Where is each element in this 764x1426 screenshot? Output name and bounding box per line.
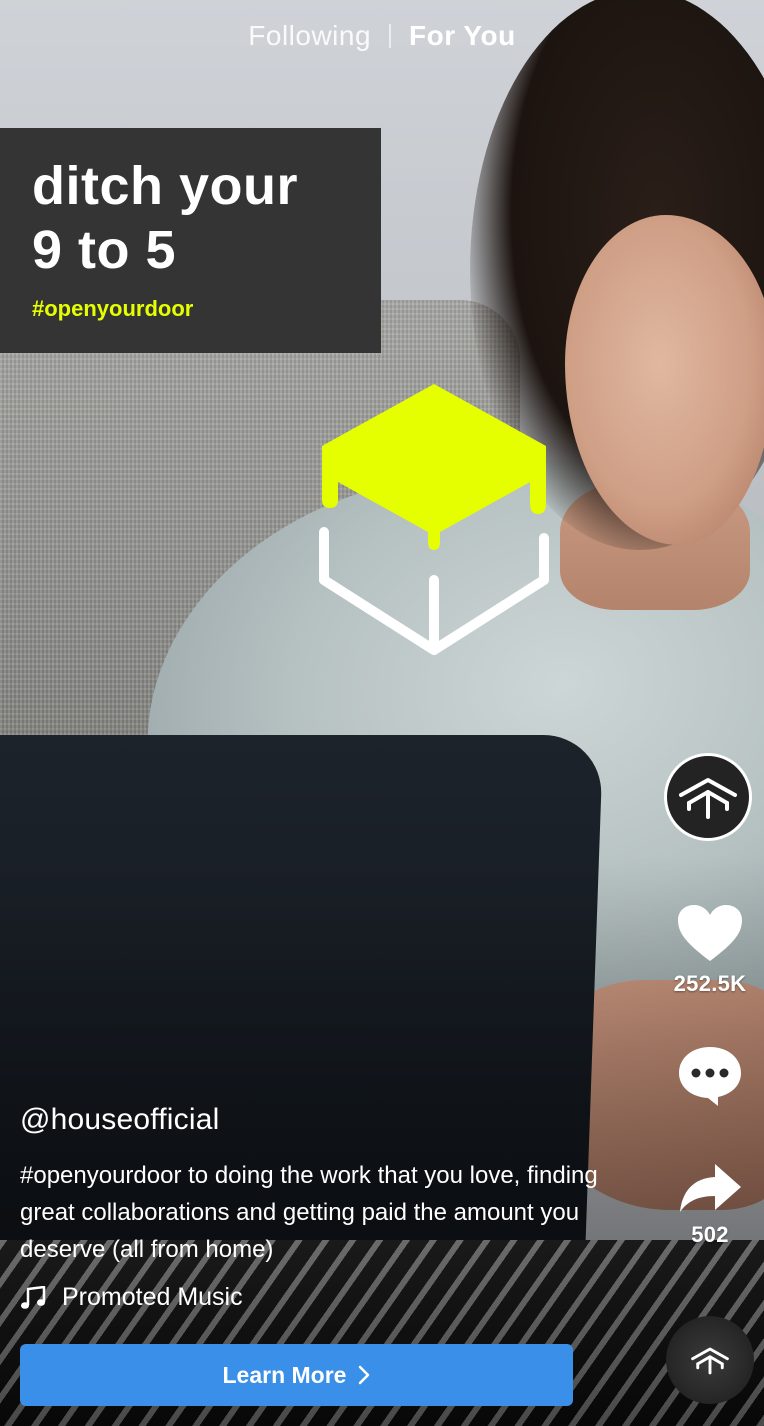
music-disc-icon bbox=[691, 1347, 729, 1375]
share-arrow-icon bbox=[680, 1164, 741, 1212]
headline-card: ditch your 9 to 5 #openyourdoor bbox=[0, 128, 381, 353]
learn-more-label: Learn More bbox=[222, 1361, 347, 1388]
music-note-icon bbox=[20, 1285, 46, 1310]
tab-following[interactable]: Following bbox=[248, 20, 371, 52]
house-brand-avatar-icon bbox=[679, 778, 737, 819]
chevron-right-icon bbox=[358, 1365, 370, 1385]
profile-avatar[interactable] bbox=[664, 753, 752, 841]
headline-hashtag: #openyourdoor bbox=[32, 296, 194, 321]
comment-button[interactable] bbox=[664, 1044, 756, 1108]
headline-text: ditch your 9 to 5 bbox=[32, 156, 299, 280]
share-button[interactable]: 502 bbox=[664, 1160, 756, 1248]
post-username[interactable]: @houseofficial bbox=[20, 1103, 220, 1137]
house-cube-logo-icon bbox=[319, 384, 549, 655]
music-info[interactable]: Promoted Music bbox=[20, 1283, 243, 1312]
video-feed-screen[interactable]: Following For You ditch your 9 to 5 #ope… bbox=[0, 0, 764, 1426]
comment-bubble-icon bbox=[679, 1047, 741, 1106]
share-count: 502 bbox=[691, 1222, 729, 1247]
like-button[interactable]: 252.5K bbox=[664, 903, 756, 997]
like-count: 252.5K bbox=[673, 971, 747, 996]
tab-for-you[interactable]: For You bbox=[409, 20, 516, 52]
tab-divider bbox=[389, 24, 392, 48]
music-disc[interactable] bbox=[666, 1316, 754, 1404]
feed-tabs: Following For You bbox=[0, 20, 764, 52]
learn-more-button[interactable]: Learn More bbox=[20, 1344, 573, 1406]
heart-icon bbox=[678, 905, 742, 961]
post-caption: #openyourdoor to doing the work that you… bbox=[20, 1162, 598, 1263]
music-title: Promoted Music bbox=[62, 1283, 243, 1311]
